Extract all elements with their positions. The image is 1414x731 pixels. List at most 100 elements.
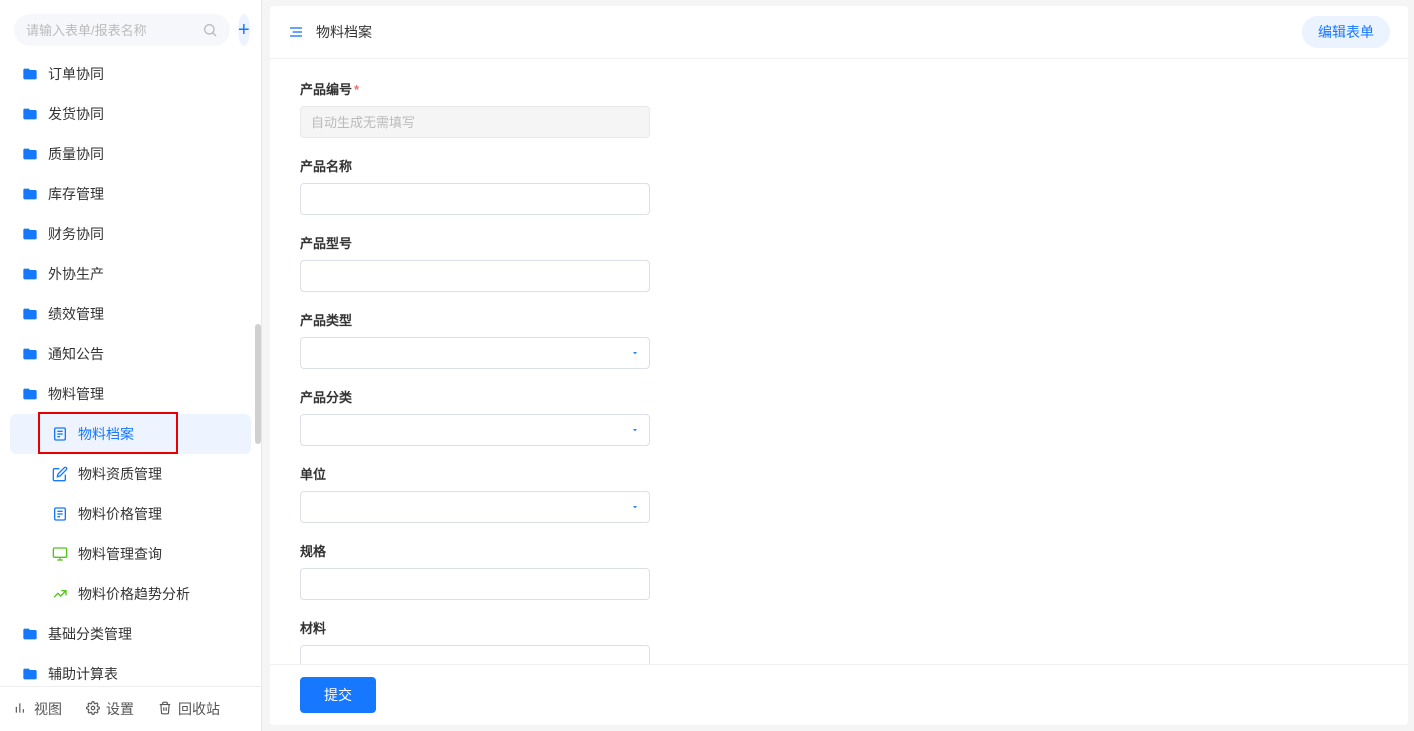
select-wrapper[interactable]	[300, 491, 650, 523]
nav-item-6[interactable]: 绩效管理	[10, 294, 251, 334]
folder-icon	[22, 66, 38, 82]
select-wrapper[interactable]	[300, 414, 650, 446]
nav-item-8[interactable]: 物料管理	[10, 374, 251, 414]
nav-item-label: 物料档案	[78, 424, 134, 444]
field-label: 产品分类	[300, 387, 1378, 406]
chart-bar-icon	[14, 701, 28, 718]
text-input[interactable]	[300, 260, 650, 292]
form-body: 产品编号* 产品名称产品型号产品类型产品分类单位规格材料	[270, 59, 1408, 664]
text-input[interactable]	[300, 568, 650, 600]
text-input	[300, 106, 650, 138]
nav-item-1[interactable]: 发货协同	[10, 94, 251, 134]
text-input[interactable]	[300, 645, 650, 664]
footer-settings-label: 设置	[106, 699, 134, 719]
field-label: 材料	[300, 618, 1378, 637]
chart-icon	[52, 586, 68, 602]
field-label: 产品编号*	[300, 79, 1378, 98]
sidebar-footer: 视图 设置 回收站	[0, 686, 261, 731]
select-wrapper[interactable]	[300, 337, 650, 369]
nav-item-13[interactable]: 物料价格趋势分析	[10, 574, 251, 614]
form-field-0: 产品编号*	[300, 79, 1378, 138]
nav-item-9[interactable]: 物料档案	[10, 414, 251, 454]
footer-trash[interactable]: 回收站	[158, 699, 220, 719]
form-icon	[52, 506, 68, 522]
sidebar: + 订单协同发货协同质量协同库存管理财务协同外协生产绩效管理通知公告物料管理物料…	[0, 0, 262, 731]
nav-list: 订单协同发货协同质量协同库存管理财务协同外协生产绩效管理通知公告物料管理物料档案…	[0, 54, 261, 686]
search-box[interactable]	[14, 14, 230, 46]
footer-view[interactable]: 视图	[14, 699, 62, 719]
nav-item-14[interactable]: 基础分类管理	[10, 614, 251, 654]
scrollbar-thumb[interactable]	[255, 324, 261, 444]
nav-item-0[interactable]: 订单协同	[10, 54, 251, 94]
nav-item-15[interactable]: 辅助计算表	[10, 654, 251, 686]
plus-icon: +	[238, 19, 250, 42]
text-input[interactable]	[300, 183, 650, 215]
folder-icon	[22, 186, 38, 202]
nav-item-label: 绩效管理	[48, 304, 104, 324]
form-field-2: 产品型号	[300, 233, 1378, 292]
collapse-icon[interactable]	[288, 24, 304, 40]
edit-icon	[52, 466, 68, 482]
submit-button[interactable]: 提交	[300, 677, 376, 713]
field-label: 规格	[300, 541, 1378, 560]
main-footer: 提交	[270, 664, 1408, 725]
nav-item-label: 物料价格管理	[78, 504, 162, 524]
nav-item-5[interactable]: 外协生产	[10, 254, 251, 294]
nav-item-7[interactable]: 通知公告	[10, 334, 251, 374]
nav-item-label: 通知公告	[48, 344, 104, 364]
field-label: 产品类型	[300, 310, 1378, 329]
required-mark: *	[354, 82, 359, 97]
main-content: 物料档案 编辑表单 产品编号* 产品名称产品型号产品类型产品分类单位规格材料 提交	[270, 6, 1408, 725]
monitor-icon	[52, 546, 68, 562]
nav-item-11[interactable]: 物料价格管理	[10, 494, 251, 534]
gear-icon	[86, 701, 100, 718]
field-label: 单位	[300, 464, 1378, 483]
page-title: 物料档案	[316, 22, 372, 42]
sidebar-header: +	[0, 0, 261, 54]
header-left: 物料档案	[288, 22, 372, 42]
select-input[interactable]	[300, 337, 650, 369]
select-input[interactable]	[300, 414, 650, 446]
field-label: 产品名称	[300, 156, 1378, 175]
folder-icon	[22, 266, 38, 282]
nav-item-10[interactable]: 物料资质管理	[10, 454, 251, 494]
folder-icon	[22, 666, 38, 682]
form-field-7: 材料	[300, 618, 1378, 664]
nav-item-label: 外协生产	[48, 264, 104, 284]
nav-item-label: 库存管理	[48, 184, 104, 204]
form-field-1: 产品名称	[300, 156, 1378, 215]
select-input[interactable]	[300, 491, 650, 523]
footer-view-label: 视图	[34, 699, 62, 719]
nav-item-label: 发货协同	[48, 104, 104, 124]
trash-icon	[158, 701, 172, 718]
folder-icon	[22, 106, 38, 122]
form-field-5: 单位	[300, 464, 1378, 523]
nav-item-4[interactable]: 财务协同	[10, 214, 251, 254]
form-field-3: 产品类型	[300, 310, 1378, 369]
nav-item-label: 物料管理	[48, 384, 104, 404]
folder-icon	[22, 346, 38, 362]
nav-item-label: 质量协同	[48, 144, 104, 164]
folder-icon	[22, 386, 38, 402]
nav-item-2[interactable]: 质量协同	[10, 134, 251, 174]
nav-item-label: 物料管理查询	[78, 544, 162, 564]
form-field-6: 规格	[300, 541, 1378, 600]
nav-item-label: 物料价格趋势分析	[78, 584, 190, 604]
search-icon	[202, 22, 218, 38]
nav-item-3[interactable]: 库存管理	[10, 174, 251, 214]
footer-trash-label: 回收站	[178, 699, 220, 719]
folder-icon	[22, 626, 38, 642]
nav-item-12[interactable]: 物料管理查询	[10, 534, 251, 574]
edit-form-button[interactable]: 编辑表单	[1302, 16, 1390, 48]
nav-item-label: 财务协同	[48, 224, 104, 244]
add-button[interactable]: +	[238, 14, 250, 46]
folder-icon	[22, 306, 38, 322]
main-header: 物料档案 编辑表单	[270, 6, 1408, 59]
nav-item-label: 物料资质管理	[78, 464, 162, 484]
nav-item-label: 辅助计算表	[48, 664, 118, 684]
folder-icon	[22, 226, 38, 242]
nav-item-label: 订单协同	[48, 64, 104, 84]
folder-icon	[22, 146, 38, 162]
search-input[interactable]	[26, 23, 202, 38]
footer-settings[interactable]: 设置	[86, 699, 134, 719]
